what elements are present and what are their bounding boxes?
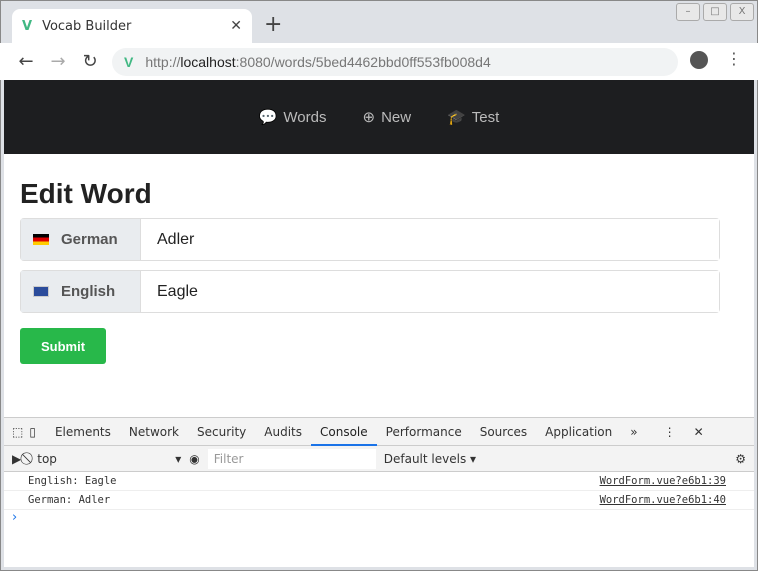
levels-select[interactable]: Default levels ▾: [384, 452, 476, 466]
forward-button[interactable]: →: [42, 51, 74, 72]
nav-label: New: [381, 109, 412, 126]
back-button[interactable]: ←: [10, 51, 42, 72]
page-title: Edit Word: [20, 178, 152, 209]
browser-tab[interactable]: V Vocab Builder ✕: [12, 9, 252, 43]
nav-test[interactable]: 🎓 Test: [447, 108, 499, 126]
log-source-link[interactable]: WordForm.vue?e6b1:40: [600, 494, 726, 506]
german-label: German: [61, 231, 118, 248]
german-flag-icon: [33, 234, 49, 245]
close-devtools-icon[interactable]: ✕: [685, 418, 713, 446]
log-message: German: Adler: [28, 494, 111, 506]
tab-console[interactable]: Console: [311, 418, 377, 446]
minimize-button[interactable]: –: [676, 3, 700, 21]
tab-sources[interactable]: Sources: [471, 418, 536, 446]
tab-security[interactable]: Security: [188, 418, 255, 446]
nav-label: Test: [471, 109, 500, 126]
log-source-link[interactable]: WordForm.vue?e6b1:39: [600, 475, 726, 487]
plus-circle-icon: ⊕: [362, 109, 376, 126]
account-icon[interactable]: [690, 51, 708, 69]
url-scheme: http://: [145, 54, 181, 70]
tab-application[interactable]: Application: [536, 418, 621, 446]
submit-button[interactable]: Submit: [20, 328, 106, 364]
url-host: localhost: [180, 54, 236, 70]
more-tabs-icon[interactable]: »: [621, 418, 646, 446]
german-input[interactable]: [141, 219, 719, 260]
context-select[interactable]: top: [37, 452, 167, 466]
tab-performance[interactable]: Performance: [377, 418, 471, 446]
nav-new[interactable]: ⊕ New: [362, 108, 411, 126]
url-path: :8080/words/5bed4462bbd0ff553fb008d4: [235, 54, 491, 70]
log-row: German: Adler WordForm.vue?e6b1:40: [4, 491, 754, 510]
navbar: 💬 Words ⊕ New 🎓 Test: [4, 80, 754, 154]
vue-logo-icon: V: [22, 18, 33, 34]
log-message: English: Eagle: [28, 475, 117, 487]
site-icon: V: [124, 54, 134, 70]
gear-icon[interactable]: ⚙: [735, 452, 746, 466]
filter-input[interactable]: Filter: [207, 448, 376, 469]
reload-button[interactable]: ↻: [74, 51, 106, 72]
graduation-cap-icon: 🎓: [447, 109, 466, 126]
comment-icon: 💬: [258, 109, 278, 126]
maximize-button[interactable]: □: [703, 3, 727, 21]
tab-title: Vocab Builder: [42, 18, 132, 34]
menu-icon[interactable]: ⋮: [726, 49, 742, 68]
eye-icon[interactable]: ◉: [189, 452, 199, 466]
nav-words[interactable]: 💬 Words: [259, 108, 327, 126]
sidebar-toggle-icon[interactable]: ▶: [12, 452, 21, 466]
english-label: English: [61, 283, 116, 300]
tab-audits[interactable]: Audits: [255, 418, 311, 446]
address-bar[interactable]: Vhttp://localhost:8080/words/5bed4462bbd…: [112, 48, 678, 76]
log-row: English: Eagle WordForm.vue?e6b1:39: [4, 472, 754, 491]
chevron-down-icon: ▾: [175, 451, 182, 466]
close-window-button[interactable]: X: [730, 3, 754, 21]
devtools-menu-icon[interactable]: ⋮: [655, 418, 685, 446]
english-input[interactable]: [141, 271, 719, 312]
tab-elements[interactable]: Elements: [46, 418, 120, 446]
new-tab-button[interactable]: +: [264, 12, 282, 37]
console-prompt[interactable]: ›: [4, 510, 754, 525]
tab-network[interactable]: Network: [120, 418, 188, 446]
close-tab-icon[interactable]: ✕: [230, 18, 242, 34]
inspect-icon[interactable]: ⬚: [12, 425, 23, 439]
devtools: ⬚ ▯ Elements Network Security Audits Cons…: [4, 417, 754, 567]
uk-flag-icon: [33, 286, 49, 297]
device-toggle-icon[interactable]: ▯: [29, 425, 36, 439]
nav-label: Words: [283, 109, 327, 126]
